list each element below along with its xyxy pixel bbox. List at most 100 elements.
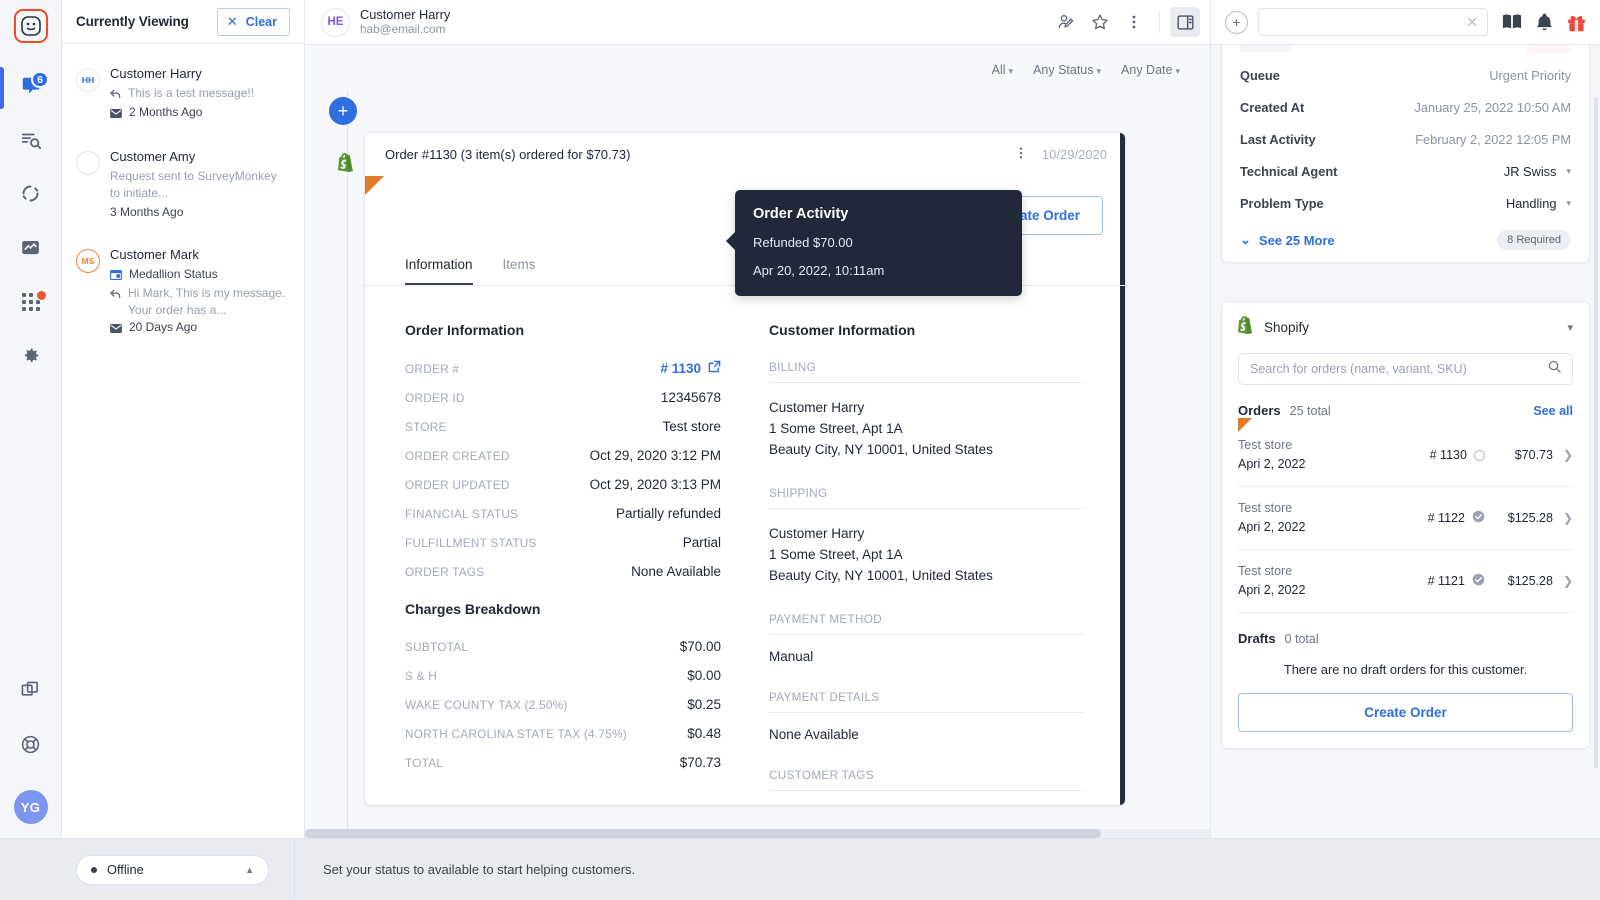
list-item-body: Customer Amy Request sent to SurveyMonke… xyxy=(110,149,290,221)
chevron-down-icon: ▾ xyxy=(1566,166,1571,177)
property-row-problem-type[interactable]: Problem Type Handling ▾ xyxy=(1240,196,1571,211)
order-card-date: 10/29/2020 xyxy=(1042,147,1107,162)
add-activity-button[interactable]: + xyxy=(329,97,357,125)
order-info-row: ORDER CREATED Oct 29, 2020 3:12 PM xyxy=(405,448,721,463)
add-button[interactable]: + xyxy=(1225,11,1248,34)
shopify-search-input[interactable] xyxy=(1250,362,1540,376)
conversation-detail-column: HE Customer Harry hab@email.com xyxy=(305,0,1210,838)
see-more-row: ⌄ See 25 More 8 Required xyxy=(1240,228,1571,250)
chevron-right-icon[interactable]: ❯ xyxy=(1563,511,1573,525)
right-panel-scrollbar[interactable] xyxy=(1594,97,1598,768)
order-info-key: ORDER # xyxy=(405,362,459,376)
charge-key: S & H xyxy=(405,669,437,683)
conversation-snippet: This is a test message!! xyxy=(128,85,254,102)
order-info-key: FINANCIAL STATUS xyxy=(405,507,518,521)
header-actions xyxy=(1051,7,1200,37)
charge-row: S & H $0.00 xyxy=(405,668,721,683)
shopify-order-search[interactable] xyxy=(1238,353,1573,385)
filter-status[interactable]: Any Status▾ xyxy=(1033,63,1101,77)
agent-status-selector[interactable]: Offline ▲ xyxy=(76,855,269,885)
right-panel-header: + ✕ xyxy=(1211,0,1600,45)
chevron-right-icon[interactable]: ❯ xyxy=(1563,574,1573,588)
bell-icon[interactable] xyxy=(1536,13,1553,32)
avatar: HH xyxy=(76,68,100,92)
gift-icon[interactable] xyxy=(1567,13,1586,32)
table-row[interactable]: Test store Apri 2, 2022 # 1121 $125.28 ❯ xyxy=(1238,550,1573,613)
table-row[interactable]: Test store Apri 2, 2022 # 1130 $70.73 ❯ xyxy=(1238,424,1573,487)
conversation-time: 2 Months Ago xyxy=(129,104,202,121)
kebab-menu-icon[interactable] xyxy=(1014,146,1028,163)
sidebar-item-help[interactable] xyxy=(0,720,61,774)
clear-button[interactable]: ✕ Clear xyxy=(217,8,290,36)
tab-information[interactable]: Information xyxy=(405,257,473,285)
conversation-name: Customer Harry xyxy=(110,66,290,81)
close-icon[interactable]: ✕ xyxy=(1466,14,1478,31)
sidebar-item-apps[interactable] xyxy=(0,277,61,331)
conversation-name: Customer Mark xyxy=(110,247,290,262)
shopify-card-header: Shopify ▾ xyxy=(1238,316,1573,339)
ticket-properties-card: Queue Urgent Priority Created At January… xyxy=(1221,45,1590,263)
order-activity-tooltip: Order Activity Refunded $70.00 Apr 20, 2… xyxy=(735,190,1022,296)
chevron-down-icon[interactable]: ▾ xyxy=(1567,321,1573,334)
order-number-link[interactable]: # 1130 xyxy=(660,360,721,376)
property-row-last-activity: Last Activity February 2, 2022 12:05 PM xyxy=(1240,132,1571,147)
chart-icon xyxy=(20,237,41,263)
problem-type-select[interactable]: Handling ▾ xyxy=(1506,196,1571,211)
horizontal-scrollbar[interactable] xyxy=(305,829,1210,838)
clear-button-label: Clear xyxy=(246,15,277,29)
payment-method-label: PAYMENT METHOD xyxy=(769,612,1085,635)
order-information-title: Order Information xyxy=(405,322,721,338)
filter-all[interactable]: All▾ xyxy=(992,63,1013,77)
drafts-header: Drafts 0 total xyxy=(1238,631,1573,646)
technical-agent-select[interactable]: JR Swiss ▾ xyxy=(1504,164,1571,179)
conversation-snippet: Hi Mark, This is my message. Your order … xyxy=(128,285,290,319)
order-info-row: FULFILLMENT STATUS Partial xyxy=(405,535,721,550)
search-input[interactable] xyxy=(1268,15,1466,29)
user-avatar[interactable]: YG xyxy=(14,790,48,824)
book-icon[interactable] xyxy=(1502,13,1522,31)
global-search[interactable]: ✕ xyxy=(1258,8,1488,36)
billing-line: 1 Some Street, Apt 1A xyxy=(769,418,1085,439)
list-item[interactable]: Customer Amy Request sent to SurveyMonke… xyxy=(62,141,304,239)
kebab-menu-icon[interactable] xyxy=(1119,7,1149,37)
right-header-icons xyxy=(1498,13,1586,32)
sidebar-item-analytics[interactable] xyxy=(0,223,61,277)
chevron-down-icon: ▾ xyxy=(1097,66,1102,76)
app-logo-icon[interactable] xyxy=(14,9,48,43)
see-all-button[interactable]: See all xyxy=(1533,404,1573,418)
conversation-time-row: 20 Days Ago xyxy=(110,319,290,338)
sidebar-item-inbox[interactable]: 6 xyxy=(0,61,61,115)
edit-contact-icon[interactable] xyxy=(1051,7,1081,37)
orders-count: 25 total xyxy=(1290,404,1331,418)
filter-date[interactable]: Any Date▾ xyxy=(1121,63,1180,77)
table-row[interactable]: Test store Apri 2, 2022 # 1122 $125.28 ❯ xyxy=(1238,487,1573,550)
orders-header: Orders 25 total See all xyxy=(1238,403,1573,418)
order-store: Test store xyxy=(1238,436,1305,455)
order-info-value: 12345678 xyxy=(661,390,721,405)
copy-windows-icon xyxy=(21,681,40,705)
list-item[interactable]: MS Customer Mark Medallion Status xyxy=(62,239,304,356)
property-row-technical-agent[interactable]: Technical Agent JR Swiss ▾ xyxy=(1240,164,1571,179)
property-key: Queue xyxy=(1240,68,1280,83)
panel-toggle-icon[interactable] xyxy=(1170,7,1200,37)
create-order-button[interactable]: Create Order xyxy=(1238,693,1573,732)
star-icon[interactable] xyxy=(1085,7,1115,37)
conversation-items: HH Customer Harry This is a test message… xyxy=(62,44,304,356)
apps-notification-dot xyxy=(36,290,47,301)
rail-bottom: YG xyxy=(0,666,61,838)
sidebar-item-refresh[interactable] xyxy=(0,169,61,223)
list-item[interactable]: HH Customer Harry This is a test message… xyxy=(62,58,304,141)
customer-information-column: Customer Information BILLING Customer Ha… xyxy=(769,322,1085,805)
chevron-right-icon[interactable]: ❯ xyxy=(1563,448,1573,462)
customer-information-title: Customer Information xyxy=(769,322,1085,338)
sidebar-item-settings[interactable] xyxy=(0,331,61,385)
scrollbar-thumb[interactable] xyxy=(305,829,1101,838)
tab-items[interactable]: Items xyxy=(503,257,536,285)
sidebar-item-windows[interactable] xyxy=(0,666,61,720)
sidebar-item-search[interactable] xyxy=(0,115,61,169)
see-more-button[interactable]: ⌄ See 25 More xyxy=(1240,232,1335,248)
order-number-group: # 1122 xyxy=(1428,510,1485,526)
status-label: Offline xyxy=(107,862,144,877)
conversation-snippet-row: This is a test message!! xyxy=(110,85,290,104)
tooltip-line-date: Apr 20, 2022, 10:11am xyxy=(753,263,1004,278)
